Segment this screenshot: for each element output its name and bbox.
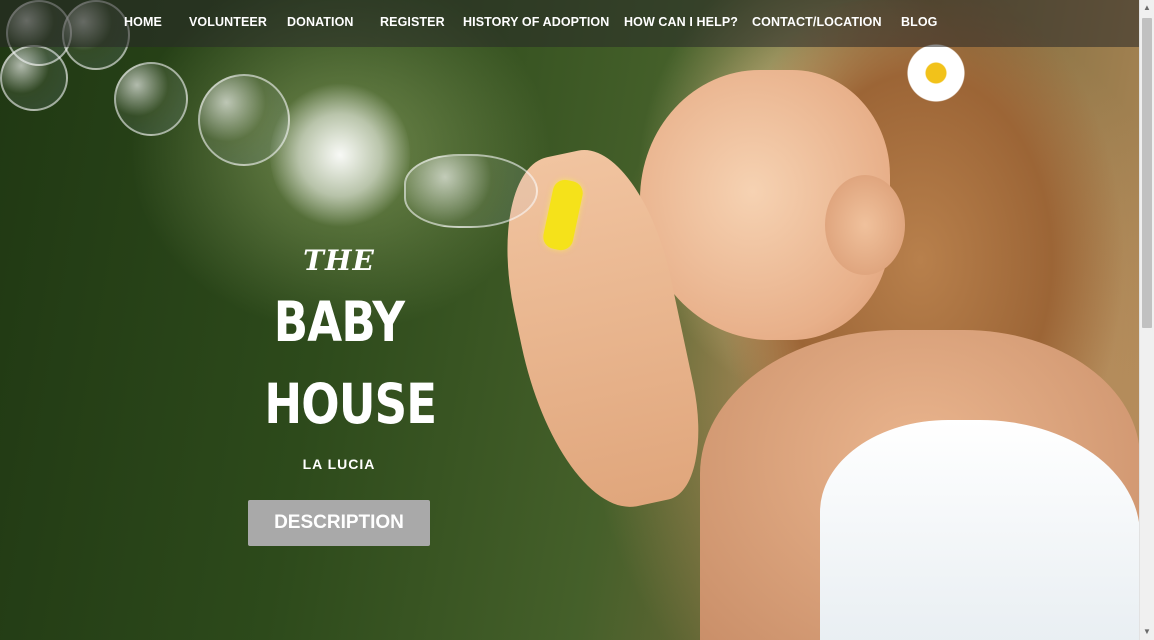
nav-item-home[interactable]: HOME: [124, 15, 162, 29]
dandelion-puff: [270, 80, 410, 230]
nav-item-how-can-i-help[interactable]: HOW CAN I HELP?: [624, 15, 738, 29]
nav-item-contact-location[interactable]: CONTACT/LOCATION: [752, 15, 882, 29]
nav-item-register[interactable]: REGISTER: [380, 15, 445, 29]
daisy-flower-icon: [905, 42, 967, 104]
nav-menu: HOME VOLUNTEER DONATION REGISTER HISTORY…: [0, 0, 1139, 47]
subtitle-location: LA LUCIA: [302, 456, 376, 472]
title-the: THE: [303, 244, 375, 277]
title-baby: BABY: [273, 290, 405, 354]
hero-background-photo: [0, 0, 1139, 640]
bubble: [198, 74, 290, 166]
dress-shape: [820, 420, 1139, 640]
ear-shape: [825, 175, 905, 275]
nav-item-blog[interactable]: BLOG: [901, 15, 938, 29]
bubble: [114, 62, 188, 136]
scroll-down-arrow-icon[interactable]: ▼: [1140, 624, 1154, 640]
nav-item-history-of-adoption[interactable]: HISTORY OF ADOPTION: [463, 15, 609, 29]
description-button[interactable]: DESCRIPTION: [248, 500, 430, 546]
title-house: HOUSE: [264, 372, 437, 436]
nav-item-donation[interactable]: DONATION: [287, 15, 354, 29]
top-navigation-bar: HOME VOLUNTEER DONATION REGISTER HISTORY…: [0, 0, 1139, 47]
bubble: [404, 154, 538, 228]
scrollbar-thumb[interactable]: [1142, 18, 1152, 328]
vertical-scrollbar[interactable]: ▲ ▼: [1139, 0, 1154, 640]
nav-item-volunteer[interactable]: VOLUNTEER: [189, 15, 267, 29]
scroll-up-arrow-icon[interactable]: ▲: [1140, 0, 1154, 16]
